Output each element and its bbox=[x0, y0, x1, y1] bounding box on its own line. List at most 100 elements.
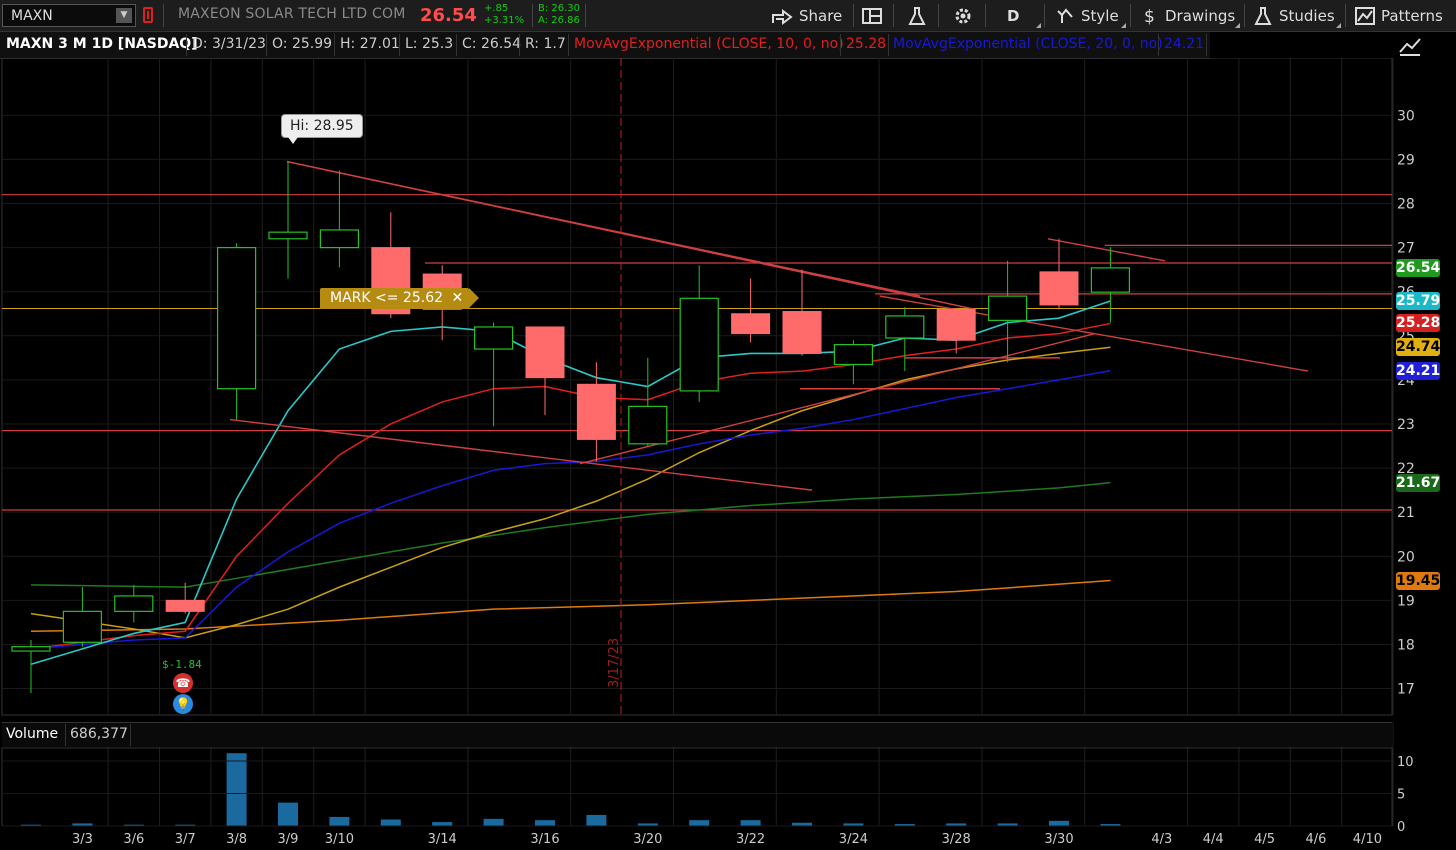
flexible-grid-button[interactable] bbox=[862, 0, 888, 31]
bar-high: H: 27.01 bbox=[340, 36, 400, 52]
time-tick-label: 3/7 bbox=[175, 832, 196, 847]
candle-body bbox=[217, 247, 257, 390]
volume-header: Volume 686,377 bbox=[2, 722, 1392, 747]
volume-tick-label: 10 bbox=[1397, 755, 1414, 770]
divider bbox=[65, 724, 66, 746]
volume-label[interactable]: Volume bbox=[6, 726, 58, 742]
company-name: MAXEON SOLAR TECH LTD COM bbox=[178, 6, 406, 22]
flask-icon bbox=[908, 6, 926, 25]
studies-flask-button[interactable] bbox=[907, 0, 933, 31]
change-value: +.85 bbox=[484, 3, 509, 14]
pattern-icon bbox=[1355, 6, 1375, 25]
divider bbox=[186, 34, 187, 56]
price-tick-label: 21 bbox=[1397, 505, 1415, 521]
candle-body bbox=[114, 595, 154, 612]
bid-ask: B: 26.30 A: 26.86 bbox=[538, 3, 580, 27]
candle-body bbox=[885, 315, 925, 339]
style-label: Style bbox=[1081, 6, 1119, 25]
aggregation-button[interactable]: D bbox=[1007, 0, 1042, 31]
divider bbox=[853, 4, 854, 27]
mark-text: MARK <= 25.62 bbox=[330, 290, 444, 306]
candle-body bbox=[268, 231, 308, 240]
ema10-value: 25.28 bbox=[846, 36, 887, 52]
price-tick-label: 27 bbox=[1397, 241, 1415, 257]
price-tick-label: 23 bbox=[1397, 417, 1415, 433]
earnings-icon[interactable]: 💡 bbox=[173, 694, 193, 714]
divider bbox=[1158, 34, 1159, 56]
top-toolbar: MAXN ▼ MAXEON SOLAR TECH LTD COM 26.54 +… bbox=[0, 0, 1456, 32]
ema10-label[interactable]: MovAvgExponential (CLOSE, 10, 0, no) bbox=[574, 36, 844, 52]
volume-bar bbox=[740, 820, 761, 826]
svg-text:$: $ bbox=[1144, 7, 1155, 26]
phone-icon[interactable]: ☎ bbox=[173, 673, 193, 693]
divider bbox=[519, 34, 520, 56]
divider bbox=[456, 34, 457, 56]
chevron-down-icon[interactable]: ▼ bbox=[116, 8, 132, 23]
price-tick-label: 29 bbox=[1397, 152, 1415, 168]
studies-button[interactable]: Studies bbox=[1253, 0, 1342, 31]
date-marker-label: 3/17/23 bbox=[607, 638, 622, 688]
ask-value: A: 26.86 bbox=[538, 15, 580, 26]
divider bbox=[532, 4, 533, 27]
settings-button[interactable] bbox=[953, 0, 979, 31]
divider bbox=[1206, 34, 1207, 56]
volume-tick-label: 5 bbox=[1397, 788, 1405, 803]
symbol-input[interactable]: MAXN ▼ bbox=[2, 4, 136, 27]
price-tick-label: 28 bbox=[1397, 197, 1415, 213]
candle-body bbox=[679, 297, 719, 392]
time-tick-label: 4/5 bbox=[1254, 832, 1275, 847]
divider bbox=[568, 34, 569, 56]
volume-bar bbox=[432, 822, 453, 826]
volume-bar bbox=[329, 816, 350, 826]
time-tick-label: 3/9 bbox=[278, 832, 299, 847]
drawings-button[interactable]: $ Drawings bbox=[1141, 0, 1241, 31]
candle-body bbox=[936, 308, 976, 341]
candle-body bbox=[628, 405, 668, 445]
share-label: Share bbox=[799, 6, 843, 25]
volume-bar bbox=[535, 820, 555, 826]
mark-alert-label[interactable]: MARK <= 25.62 ✕ bbox=[320, 288, 480, 309]
ema20-label[interactable]: MovAvgExponential (CLOSE, 20, 0, no) bbox=[893, 36, 1163, 52]
dollar-pen-icon: $ bbox=[1144, 7, 1155, 26]
candle-body bbox=[1090, 267, 1131, 293]
aggregation-label: D bbox=[1007, 6, 1020, 25]
gear-icon bbox=[955, 8, 971, 23]
candle-body bbox=[782, 311, 822, 354]
style-button[interactable]: Style bbox=[1055, 0, 1127, 31]
time-axis[interactable]: 3/3 3/6 3/7 3/8 3/9 3/10 3/14 3/16 3/20 3/22 3/24 3… bbox=[72, 832, 1382, 847]
bar-open: O: 25.99 bbox=[272, 36, 333, 52]
grid-layout-icon bbox=[862, 7, 882, 24]
trendline bbox=[1047, 238, 1166, 262]
chart-title[interactable]: MAXN 3 M 1D [NASDAQ] bbox=[6, 36, 198, 52]
alert-flag-icon[interactable] bbox=[143, 7, 153, 23]
divider bbox=[266, 34, 267, 56]
corner-menu-icon bbox=[1036, 23, 1041, 28]
patterns-button[interactable]: Patterns bbox=[1355, 0, 1443, 31]
price-tag: 26.54 bbox=[1396, 258, 1441, 277]
last-price: 26.54 bbox=[420, 5, 477, 26]
chart-grid bbox=[1, 58, 1394, 826]
divider bbox=[1130, 4, 1131, 27]
price-tag: 25.28 bbox=[1396, 314, 1441, 333]
volume-bar bbox=[483, 818, 504, 826]
chart-settings-icon[interactable] bbox=[1398, 36, 1422, 60]
studies-label: Studies bbox=[1279, 6, 1335, 25]
high-bubble: Hi: 28.95 bbox=[281, 114, 363, 144]
net-change: +.85 +3.31% bbox=[484, 3, 524, 27]
corner-menu-icon bbox=[1121, 23, 1126, 28]
time-tick-label: 3/30 bbox=[1044, 832, 1073, 847]
volume-tick-label: 0 bbox=[1397, 820, 1405, 835]
candle-body bbox=[1039, 271, 1079, 306]
divider bbox=[1244, 4, 1245, 27]
time-tick-label: 3/28 bbox=[942, 832, 971, 847]
bid-value: B: 26.30 bbox=[538, 3, 581, 14]
divider bbox=[893, 4, 894, 27]
close-icon[interactable]: ✕ bbox=[451, 290, 463, 306]
time-tick-label: 3/8 bbox=[226, 832, 247, 847]
divider bbox=[840, 34, 841, 56]
bar-low: L: 25.3 bbox=[405, 36, 454, 52]
price-axis[interactable]: 1718192021222324252627282930 bbox=[1397, 108, 1415, 697]
candle-body bbox=[833, 344, 874, 366]
share-button[interactable]: Share bbox=[771, 0, 842, 31]
time-tick-label: 4/6 bbox=[1306, 832, 1327, 847]
